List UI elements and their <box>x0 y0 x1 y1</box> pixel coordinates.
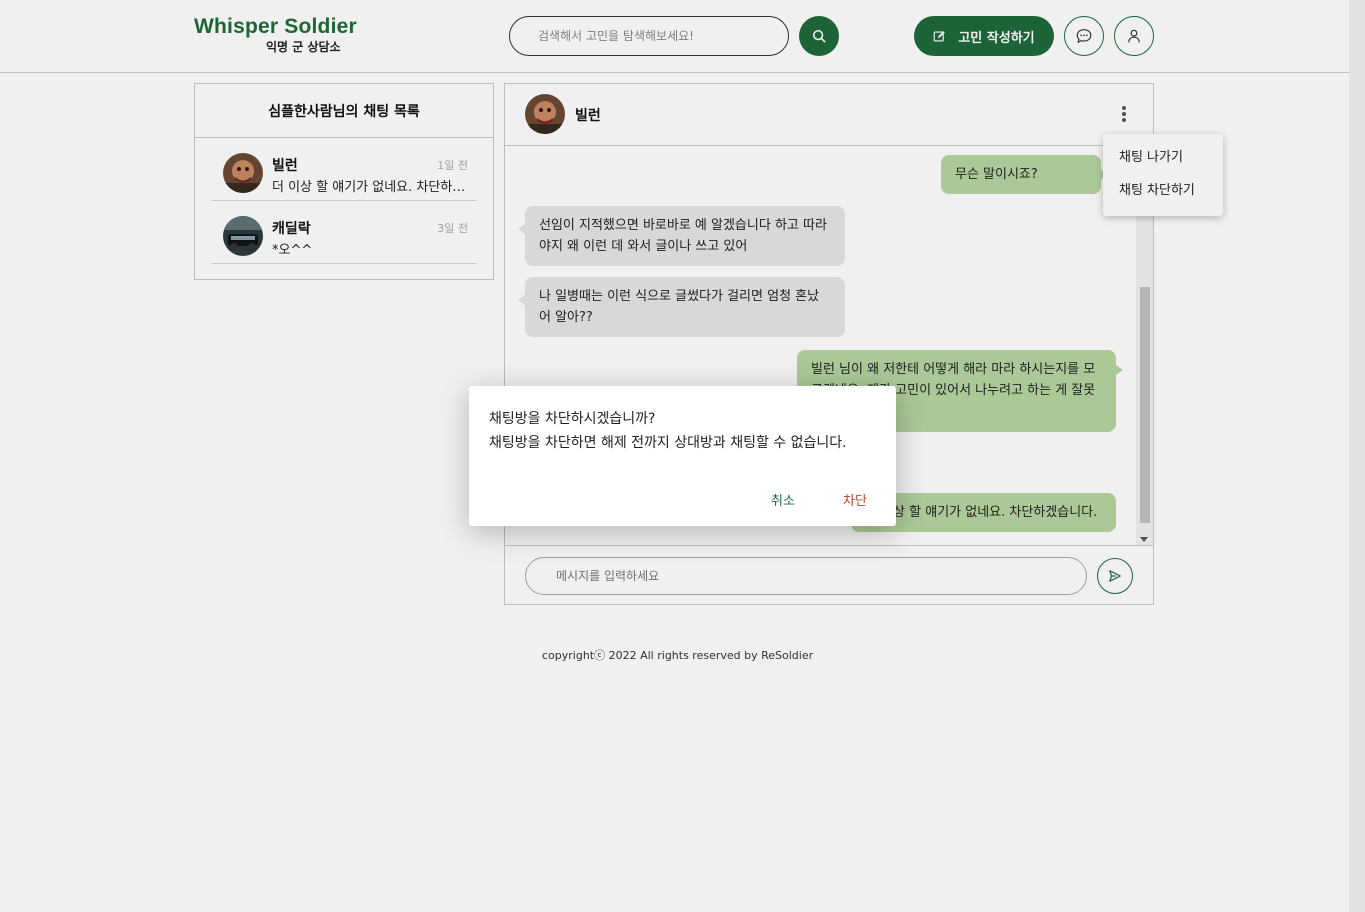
cancel-button[interactable]: 취소 <box>771 490 795 509</box>
dialog-description: 채팅방을 차단하면 해제 전까지 상대방과 채팅할 수 없습니다. <box>489 435 847 451</box>
dialog-title: 채팅방을 차단하시겠습니까? <box>489 411 656 427</box>
block-confirm-dialog: 채팅방을 차단하시겠습니까? 채팅방을 차단하면 해제 전까지 상대방과 채팅할… <box>469 386 896 526</box>
block-button[interactable]: 차단 <box>843 490 867 509</box>
